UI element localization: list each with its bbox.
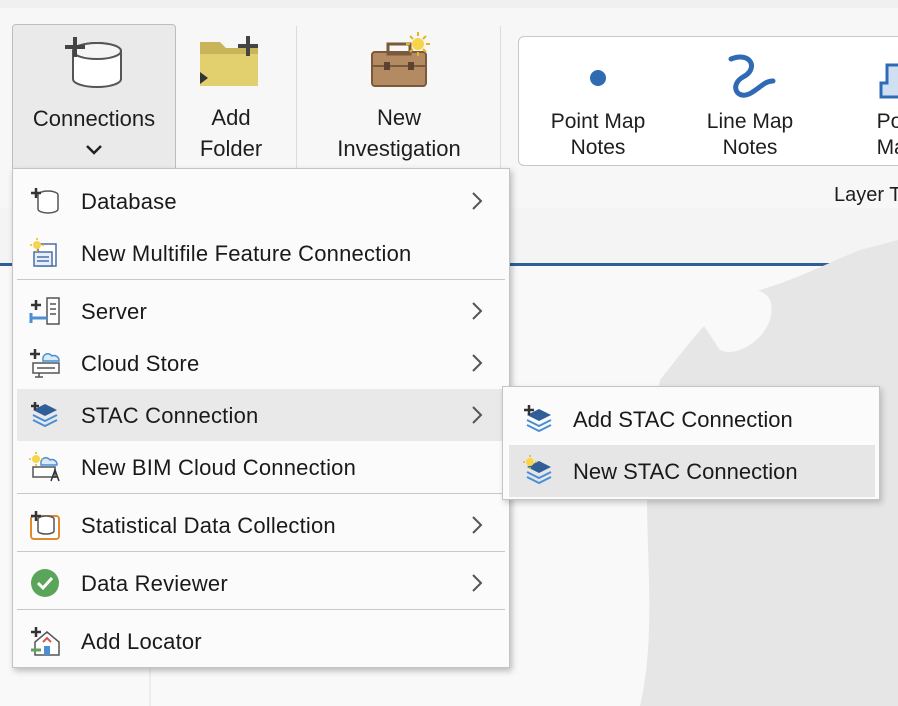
menu-separator	[17, 493, 505, 494]
server-add-icon	[29, 297, 60, 325]
chevron-right-icon	[472, 516, 483, 534]
chevron-right-icon	[472, 302, 483, 320]
menu-item-label: Add Locator	[81, 629, 202, 654]
stac-layers-icon	[31, 402, 58, 428]
menu-item-add-locator[interactable]: Add Locator	[17, 615, 505, 667]
multifile-connection-new-icon	[30, 238, 57, 267]
menu-item-label: Data Reviewer	[81, 571, 228, 596]
menu-item-label: STAC Connection	[81, 403, 259, 428]
stac-connection-submenu: Add STAC Connection New STAC Connection	[502, 386, 880, 500]
menu-item-label: Database	[81, 189, 177, 214]
submenu-item-label: Add STAC Connection	[573, 407, 793, 432]
menu-item-new-multifile-feature-connection[interactable]: New Multifile Feature Connection	[17, 227, 505, 279]
stac-add-icon	[524, 405, 552, 433]
chevron-right-icon	[472, 192, 483, 210]
menu-item-statistical-data-collection[interactable]: Statistical Data Collection	[17, 499, 505, 551]
connections-menu: Database New Multifile Feature Connectio…	[12, 168, 510, 668]
locator-add-icon	[31, 627, 60, 656]
submenu-item-label: New STAC Connection	[573, 459, 798, 484]
chevron-right-icon	[472, 406, 483, 424]
submenu-item-new-stac-connection[interactable]: New STAC Connection	[509, 445, 875, 497]
menu-item-cloud-store[interactable]: Cloud Store	[17, 337, 505, 389]
menu-item-label: Statistical Data Collection	[81, 513, 336, 538]
menu-item-label: Server	[81, 299, 147, 324]
menu-item-label: New Multifile Feature Connection	[81, 241, 412, 266]
menu-item-database[interactable]: Database	[17, 175, 505, 227]
database-add-icon	[31, 188, 59, 214]
menu-item-server[interactable]: Server	[17, 285, 505, 337]
chevron-right-icon	[472, 574, 483, 592]
menu-separator	[17, 279, 505, 280]
stac-new-icon	[523, 455, 552, 485]
menu-item-label: New BIM Cloud Connection	[81, 455, 357, 480]
submenu-item-add-stac-connection[interactable]: Add STAC Connection	[509, 393, 875, 445]
menu-item-label: Cloud Store	[81, 351, 200, 376]
check-circle-icon	[31, 569, 59, 597]
bim-cloud-new-icon	[29, 452, 60, 482]
cloud-store-add-icon	[30, 349, 60, 378]
menu-item-new-bim-cloud-connection[interactable]: New BIM Cloud Connection	[17, 441, 505, 493]
statistical-data-icon	[30, 511, 60, 540]
menu-separator	[17, 551, 505, 552]
menu-item-data-reviewer[interactable]: Data Reviewer	[17, 557, 505, 609]
menu-item-stac-connection[interactable]: STAC Connection	[17, 389, 505, 441]
menu-separator	[17, 609, 505, 610]
chevron-right-icon	[472, 354, 483, 372]
